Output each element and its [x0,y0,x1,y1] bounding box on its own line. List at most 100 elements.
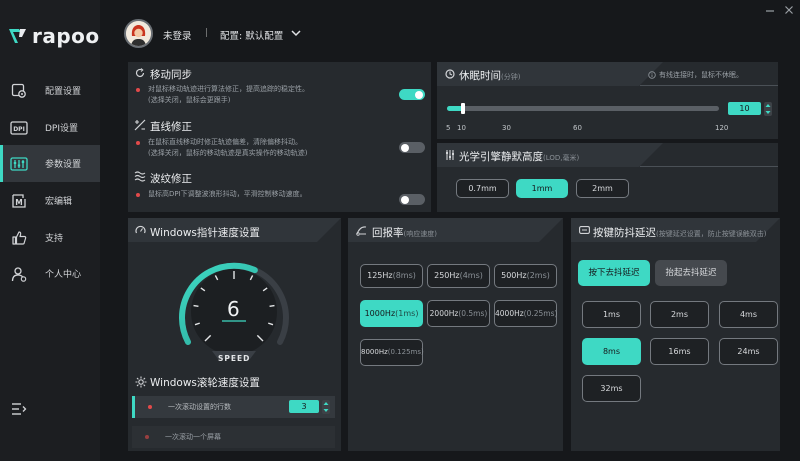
top-bar: 未登录 | 配置: 默认配置 [100,0,800,60]
polling-rate-panel: 回报率(响应速度) 125Hz(8ms) 250Hz(4ms) 500Hz(2m… [348,218,563,451]
debounce-unit: (按键延迟设置，防止按键误触双击) [656,230,767,238]
motion-sync-title: 移动同步 [150,69,192,81]
sidebar-item-support[interactable]: 支持 [0,219,100,256]
scroll-lines-row[interactable]: 一次滚动设置的行数 3 [132,396,335,418]
polling-option-2000hz[interactable]: 2000Hz(0.5ms) [427,300,490,327]
polling-option-250hz[interactable]: 250Hz(4ms) [427,264,490,288]
toggle-knob [415,90,423,99]
chevron-down-icon[interactable] [291,28,301,38]
polling-option-4000hz[interactable]: 4000Hz(0.25ms) [494,300,557,327]
sleep-title: 休眠时间(分钟) [459,70,521,82]
svg-text:M: M [15,198,22,207]
stepper-arrows-icon [323,402,329,412]
header-underline [640,85,778,86]
sidebar-item-label: 支持 [45,234,64,244]
debounce-option-24ms[interactable]: 24ms [719,338,778,365]
debounce-option-2ms[interactable]: 2ms [650,301,709,328]
debounce-option-8ms[interactable]: 8ms [582,338,641,365]
brand-logo: rapoo [8,24,100,48]
stepper-arrows-icon [765,104,771,114]
lod-title: 光学引擎静默高度(LOD,毫米) [459,151,580,163]
bullet-dot [136,88,140,92]
scroll-speed-title: Windows滚轮速度设置 [150,377,260,389]
rapoo-logo-icon [9,29,26,43]
lod-unit: (LOD,毫米) [543,154,580,162]
sidebar-item-config[interactable]: 配置设置 [0,72,100,109]
motion-sync-desc2: (选择关闭，鼠标会更跟手) [148,96,231,104]
clock-icon [445,69,455,79]
brand-name: rapoo [32,24,100,48]
polling-rate-icon [356,226,367,236]
polling-option-500hz[interactable]: 500Hz(2ms) [494,264,557,288]
debounce-option-4ms[interactable]: 4ms [719,301,778,328]
lod-option-1mm[interactable]: 1mm [516,179,568,198]
sleep-note: 有线连接时，鼠标不休眠。 [659,71,743,79]
toggle-knob [401,143,409,152]
pointer-speed-panel: Windows指针速度设置 6 SPEED [128,218,341,373]
scroll-screen-label: 一次滚动一个屏幕 [165,433,221,441]
collapse-menu-icon[interactable] [11,402,27,416]
ripple-title: 波纹修正 [150,173,192,185]
speed-gauge-icon [135,225,146,234]
sleep-tick-120: 120 [715,124,729,132]
angle-snap-title: 直线修正 [150,121,192,133]
sleep-tick-5: 5 [446,124,451,132]
bullet-dot [136,193,140,197]
speed-label: SPEED [218,354,251,363]
minimize-button[interactable] [764,5,776,17]
debounce-press-tab[interactable]: 按下去抖延迟 [578,260,650,286]
motion-sync-panel: 移动同步 对鼠标移动轨迹进行算法修正，提高追踪的稳定性。 (选择关闭，鼠标会更跟… [128,62,431,114]
scroll-lines-stepper[interactable] [322,400,330,414]
close-button[interactable] [783,5,795,17]
polling-option-125hz[interactable]: 125Hz(8ms) [360,264,423,288]
debounce-release-tab[interactable]: 抬起去抖延迟 [655,260,727,286]
profile-selector[interactable]: 配置: 默认配置 [220,28,283,42]
scroll-lines-label: 一次滚动设置的行数 [168,403,231,411]
sidebar-item-label: DPI设置 [45,124,79,134]
polling-option-8000hz[interactable]: 8000Hz(0.125ms) [360,339,424,366]
debounce-panel: 按键防抖延迟(按键延迟设置，防止按键误触双击) 按下去抖延迟 抬起去抖延迟 1m… [571,218,780,451]
info-icon [648,71,656,79]
app-window: rapoo 配置设置 DPI DPI设置 参数设置 M 宏编辑 支持 个人中心 [0,0,800,461]
lod-option-0.7mm[interactable]: 0.7mm [456,179,509,198]
svg-text:DPI: DPI [13,125,25,132]
pointer-speed-value: 6 [227,297,240,321]
angle-snap-toggle[interactable] [399,142,425,153]
sleep-slider-handle[interactable] [461,103,465,114]
polling-option-1000hz[interactable]: 1000Hz(1ms) [360,300,423,327]
motion-sync-toggle[interactable] [399,89,425,100]
debounce-option-16ms[interactable]: 16ms [650,338,709,365]
login-status[interactable]: 未登录 [163,28,192,42]
sidebar-item-dpi[interactable]: DPI DPI设置 [0,109,100,146]
dpi-icon: DPI [10,119,28,137]
ripple-toggle[interactable] [399,194,425,205]
bullet-dot [136,141,140,145]
thumbs-up-icon [10,229,28,247]
polling-rate-unit: (响应速度) [403,230,437,238]
debounce-option-32ms[interactable]: 32ms [582,375,641,402]
scroll-lines-input[interactable]: 3 [289,400,319,413]
dial-tick [193,304,199,308]
dial-tick [269,304,275,308]
params-icon [10,155,28,173]
sleep-tick-10: 10 [457,124,466,132]
sync-icon [135,68,145,78]
lod-option-2mm[interactable]: 2mm [576,179,629,198]
bullet-dot [148,405,152,409]
sleep-panel: 休眠时间(分钟) 有线连接时，鼠标不休眠。 5 10 30 60 120 10 [437,62,778,139]
header-divider: | [205,28,209,38]
debounce-option-1ms[interactable]: 1ms [582,301,641,328]
sleep-tick-60: 60 [573,124,582,132]
sidebar-item-params[interactable]: 参数设置 [0,145,100,182]
sidebar-item-profile[interactable]: 个人中心 [0,255,100,292]
avatar[interactable] [124,19,153,48]
sidebar-item-macro[interactable]: M 宏编辑 [0,182,100,219]
sleep-slider-track[interactable] [447,106,719,111]
sidebar-item-label: 宏编辑 [45,197,73,207]
sleep-value-input[interactable]: 10 [728,102,761,115]
scroll-screen-row[interactable]: 一次滚动一个屏幕 [132,426,335,448]
header-underline [640,166,778,167]
sleep-stepper[interactable] [764,102,772,116]
config-icon [10,82,28,100]
debounce-title: 按键防抖延迟(按键延迟设置，防止按键误触双击) [593,227,767,239]
